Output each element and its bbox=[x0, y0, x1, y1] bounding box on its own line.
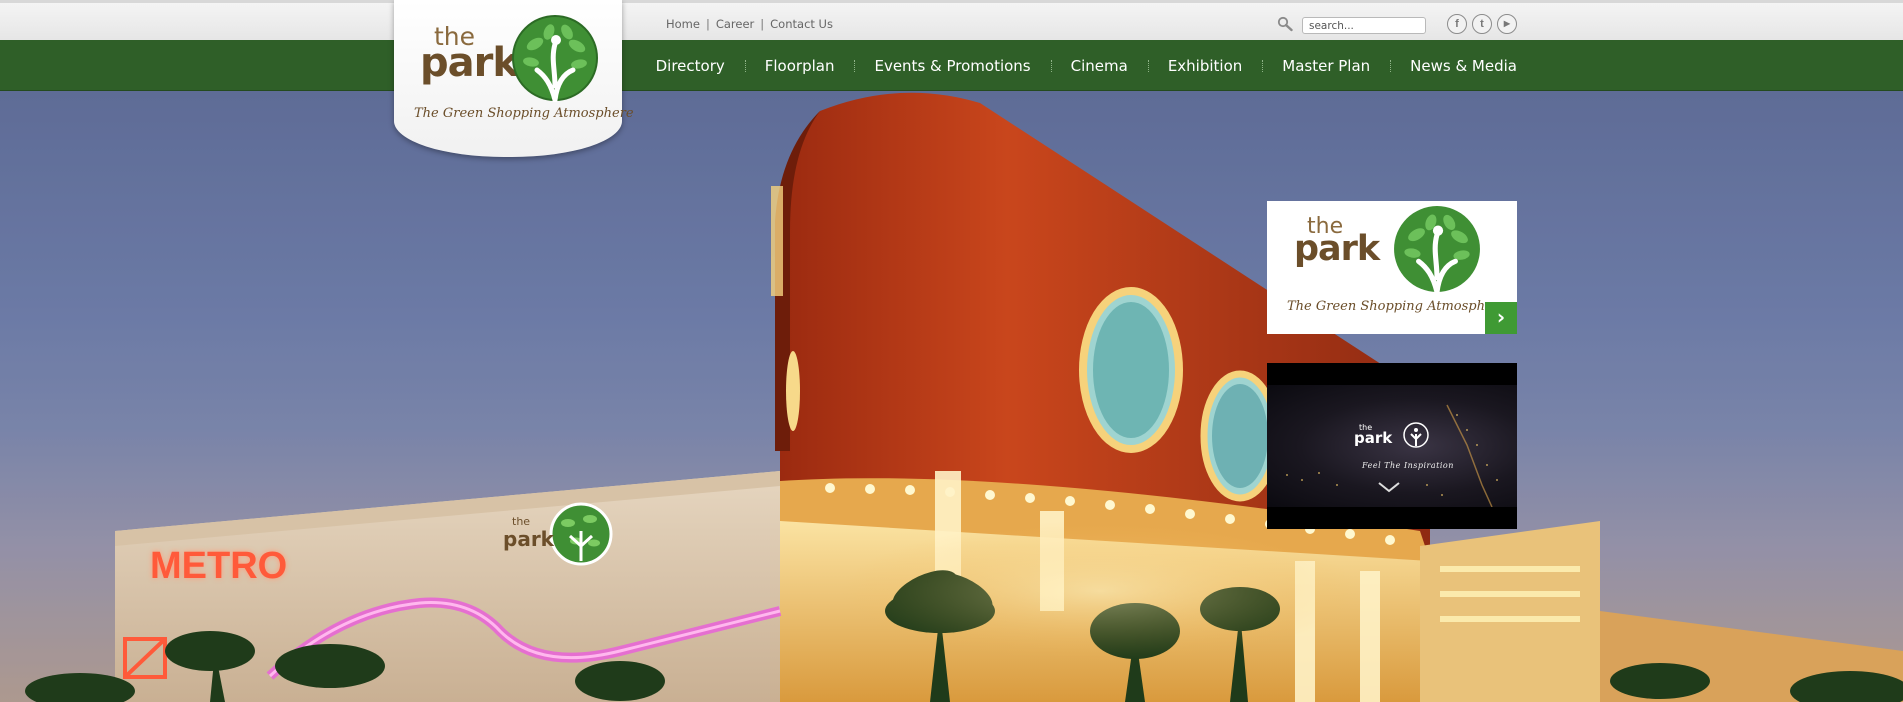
logo-tagline: The Green Shopping Atmosphere bbox=[414, 106, 634, 121]
logo-park: park bbox=[420, 40, 519, 86]
career-link[interactable]: Career bbox=[716, 17, 754, 31]
tree-logo-icon bbox=[512, 15, 598, 102]
video-thumbnail[interactable]: the park Feel The Inspiration bbox=[1267, 363, 1517, 529]
promo-tree-logo-icon bbox=[1394, 206, 1480, 294]
promo-logo-park: park bbox=[1294, 229, 1380, 269]
chevron-down-icon bbox=[1378, 482, 1400, 493]
youtube-icon[interactable]: ▶ bbox=[1497, 14, 1517, 34]
video-tree-logo-icon bbox=[1403, 422, 1429, 448]
nav-item-exhibition[interactable]: Exhibition bbox=[1147, 57, 1262, 75]
nav-item-master-plan[interactable]: Master Plan bbox=[1262, 57, 1390, 75]
site-logo[interactable]: the park The Green Shopping Atmosphere bbox=[394, 0, 634, 157]
promo-tagline: The Green Shopping Atmosphere bbox=[1287, 299, 1507, 314]
nav-item-floorplan[interactable]: Floorplan bbox=[744, 57, 855, 75]
top-utility-bar: Home | Career | Contact Us f t ▶ bbox=[0, 0, 1903, 40]
twitter-icon[interactable]: t bbox=[1472, 14, 1492, 34]
building-logo-park: park bbox=[503, 527, 554, 551]
main-navigation: Directory Floorplan Events & Promotions … bbox=[0, 40, 1903, 91]
nav-item-events-promotions[interactable]: Events & Promotions bbox=[854, 57, 1050, 75]
facebook-icon[interactable]: f bbox=[1447, 14, 1467, 34]
separator: | bbox=[760, 17, 765, 31]
contact-us-link[interactable]: Contact Us bbox=[770, 17, 833, 31]
home-link[interactable]: Home bbox=[666, 17, 700, 31]
search-input[interactable] bbox=[1302, 17, 1426, 34]
mall-building-image bbox=[0, 91, 1903, 702]
nav-item-news-media[interactable]: News & Media bbox=[1390, 57, 1517, 75]
video-caption: Feel The Inspiration bbox=[1362, 461, 1454, 470]
nav-item-cinema[interactable]: Cinema bbox=[1050, 57, 1148, 75]
promo-banner[interactable]: the park The Green Shopping Atmosphere › bbox=[1267, 201, 1517, 334]
video-logo-park: park bbox=[1354, 429, 1393, 447]
nav-menu: Directory Floorplan Events & Promotions … bbox=[636, 40, 1517, 91]
video-frame: the park Feel The Inspiration bbox=[1267, 385, 1517, 507]
search-icon[interactable] bbox=[1277, 16, 1293, 32]
hero-banner: METRO the park bbox=[0, 91, 1903, 702]
top-links: Home | Career | Contact Us bbox=[666, 17, 833, 31]
nav-item-directory[interactable]: Directory bbox=[636, 57, 745, 75]
metro-sign-text: METRO bbox=[150, 545, 288, 587]
separator: | bbox=[705, 17, 710, 31]
next-arrow-button[interactable]: › bbox=[1485, 302, 1517, 334]
